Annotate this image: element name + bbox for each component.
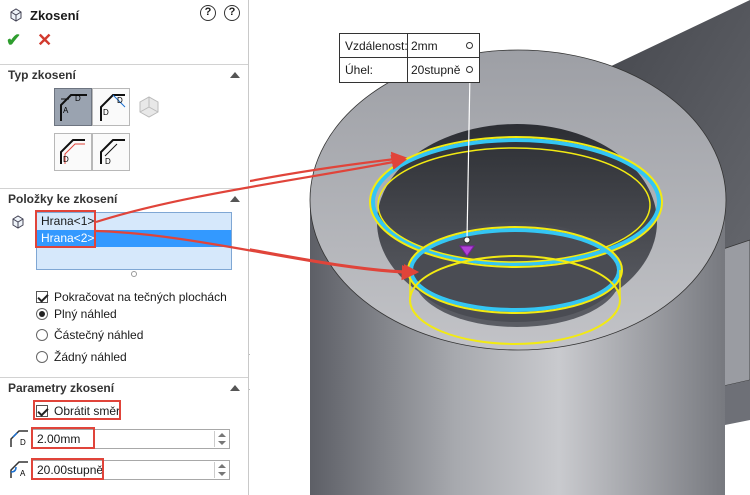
callout-angle-value[interactable]: 20stupně — [411, 63, 460, 77]
pin-icon[interactable] — [466, 42, 473, 49]
callout-distance-row[interactable]: Vzdálenost: 2mm — [340, 34, 479, 58]
pin-icon[interactable] — [466, 66, 473, 73]
dimension-callout[interactable]: Vzdálenost: 2mm Úhel: 20stupně — [339, 33, 480, 83]
callout-distance-value[interactable]: 2mm — [411, 39, 438, 53]
callout-angle-row[interactable]: Úhel: 20stupně — [340, 58, 479, 82]
callout-angle-label: Úhel: — [345, 63, 374, 77]
edge-2-pointer-arrow — [95, 229, 418, 281]
callout-distance-label: Vzdálenost: — [345, 39, 408, 53]
edge-1-pointer-arrow — [95, 154, 408, 224]
